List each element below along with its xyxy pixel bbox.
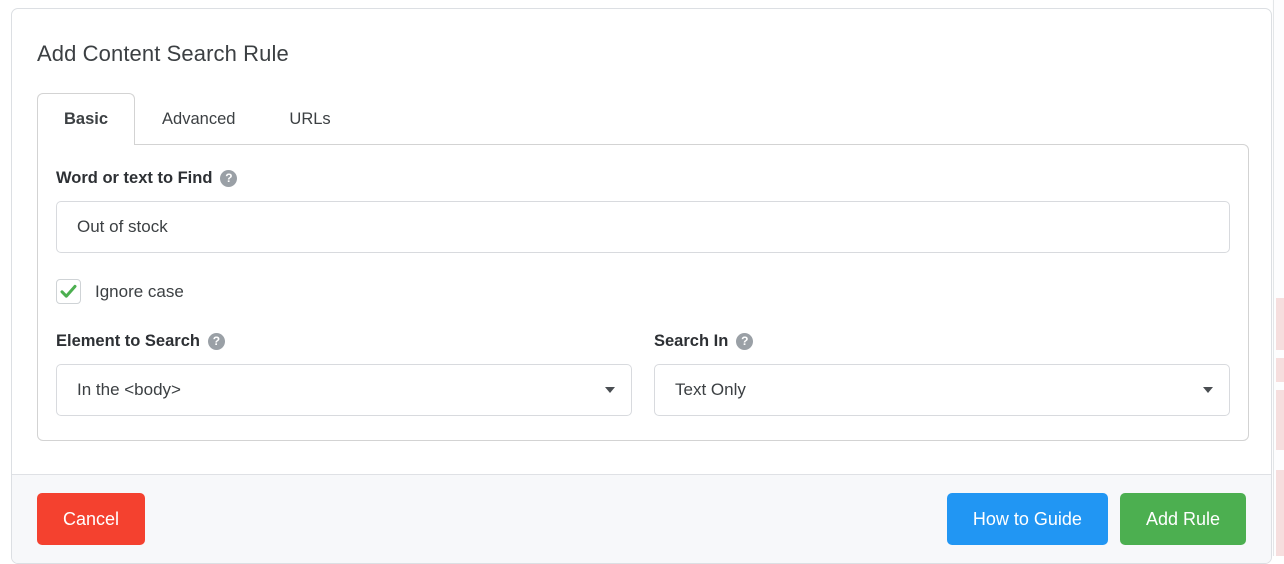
element-to-search-label: Element to Search ? [56, 330, 632, 352]
add-content-search-rule-dialog: Add Content Search Rule Basic Advanced U… [11, 8, 1272, 564]
background-block [1276, 358, 1284, 382]
cancel-button[interactable]: Cancel [37, 493, 146, 545]
element-to-search-select[interactable]: In the <body> [56, 364, 632, 416]
tab-basic[interactable]: Basic [37, 93, 136, 146]
help-circle-icon[interactable]: ? [207, 332, 225, 350]
word-or-text-label-text: Word or text to Find [56, 169, 213, 187]
word-or-text-label: Word or text to Find ? [56, 167, 1230, 189]
search-in-select[interactable]: Text Only [654, 364, 1230, 416]
tab-list: Basic Advanced URLs [37, 93, 1249, 146]
tab-advanced[interactable]: Advanced [135, 93, 262, 145]
tab-urls[interactable]: URLs [262, 93, 357, 145]
background-block [1276, 470, 1284, 556]
search-in-label: Search In ? [654, 330, 1230, 352]
background-divider [1273, 0, 1274, 556]
background-block [1276, 298, 1284, 350]
how-to-guide-button[interactable]: How to Guide [946, 493, 1108, 545]
tabs-container: Basic Advanced URLs Word or text to Find… [37, 93, 1249, 441]
ignore-case-checkbox[interactable] [56, 279, 81, 304]
help-circle-icon[interactable]: ? [220, 169, 238, 187]
ignore-case-row: Ignore case [56, 279, 1230, 304]
footer-action-buttons: How to Guide Add Rule [946, 493, 1246, 545]
background-block [1276, 390, 1284, 450]
checkmark-icon [60, 284, 77, 298]
dialog-footer: Cancel How to Guide Add Rule [12, 474, 1271, 563]
search-in-value: Text Only [675, 380, 746, 399]
help-circle-icon[interactable]: ? [736, 332, 754, 350]
search-in-label-text: Search In [654, 332, 729, 350]
chevron-down-icon [605, 387, 615, 393]
selects-row: Element to Search ? In the <body> Search… [56, 330, 1230, 416]
word-or-text-input[interactable] [56, 201, 1230, 253]
search-in-group: Search In ? Text Only [654, 330, 1230, 416]
tab-panel-basic: Word or text to Find ? Ignore case Eleme… [37, 144, 1249, 441]
element-to-search-value: In the <body> [77, 380, 181, 399]
ignore-case-label: Ignore case [95, 281, 184, 301]
dialog-title: Add Content Search Rule [37, 41, 289, 66]
chevron-down-icon [1203, 387, 1213, 393]
add-rule-button[interactable]: Add Rule [1119, 493, 1246, 545]
background-content-strip [1272, 0, 1284, 556]
element-to-search-label-text: Element to Search [56, 332, 200, 350]
element-to-search-group: Element to Search ? In the <body> [56, 330, 632, 416]
